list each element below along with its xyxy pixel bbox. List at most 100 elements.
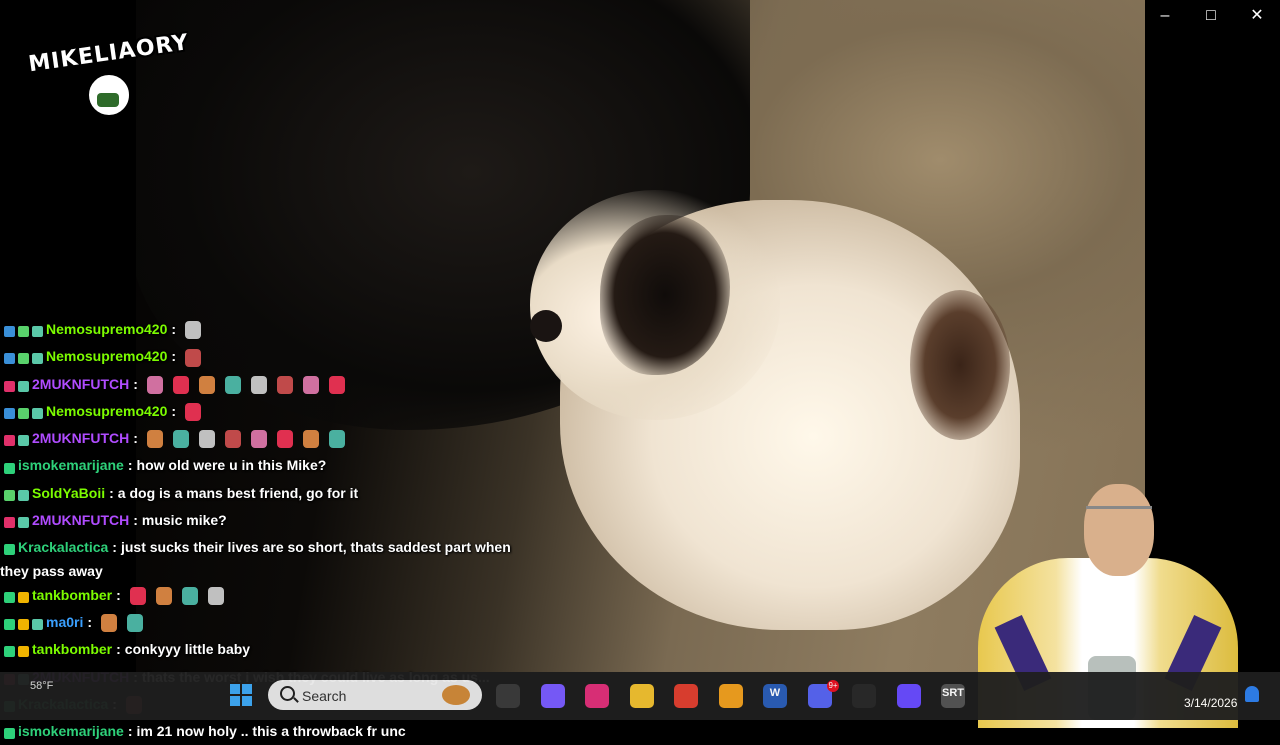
chat-emote-icon	[276, 375, 293, 394]
chat-message: Nemosupremo420:	[0, 343, 540, 370]
badge-icon	[4, 462, 15, 474]
badge-icon	[18, 326, 29, 338]
chat-emote-icon	[185, 348, 202, 367]
chat-message: tankbomber:	[0, 582, 540, 609]
chat-separator: :	[112, 539, 117, 556]
chat-username[interactable]: Nemosupremo420	[46, 348, 167, 364]
chat-text: im 21 now holy .. this a throwback fr un…	[136, 723, 406, 740]
sun-app-icon[interactable]	[718, 684, 743, 708]
chat-username[interactable]: 2MUKNFUTCH	[32, 376, 129, 392]
chat-badges	[4, 481, 32, 507]
word-icon[interactable]: W	[763, 684, 787, 708]
chat-username[interactable]: Krackalactica	[18, 539, 108, 555]
discord-notification-badge: 9+	[827, 680, 839, 692]
weather-widget[interactable]: 58°F	[30, 680, 53, 692]
chat-message: Nemosupremo420:	[0, 398, 540, 425]
badge-icon	[32, 326, 43, 338]
chat-badges	[4, 317, 46, 343]
chat-username[interactable]: ismokemarijane	[18, 723, 124, 739]
badge-icon	[4, 646, 15, 658]
chat-separator: :	[116, 586, 121, 603]
chat-emote-icon	[185, 403, 202, 422]
chat-separator: :	[171, 348, 177, 365]
chat-text: a dog is a mans best friend, go for it	[117, 484, 359, 501]
chat-emote-icon	[302, 375, 319, 394]
chat-message: tankbomber: conkyyy little baby	[0, 636, 540, 663]
app-icon[interactable]	[896, 684, 921, 708]
chat-username[interactable]: tankbomber	[32, 587, 112, 603]
chat-message: Nemosupremo420:	[0, 316, 540, 343]
chat-separator: :	[171, 402, 177, 419]
chat-separator: :	[133, 512, 138, 529]
chat-separator: :	[116, 641, 121, 658]
copilot-icon[interactable]	[540, 684, 565, 708]
chat-emote-icon	[224, 375, 241, 394]
badge-icon	[4, 544, 15, 556]
chat-badges	[4, 454, 18, 480]
minimize-button[interactable]: –	[1154, 6, 1176, 26]
chat-message: 2MUKNFUTCH: music mike?	[0, 507, 540, 534]
chat-emote-icon	[302, 430, 319, 449]
word-label: W	[769, 687, 781, 699]
chat-emote-icon	[172, 430, 189, 449]
task-view-icon[interactable]	[496, 684, 520, 708]
badge-icon	[4, 489, 15, 501]
start-button[interactable]	[230, 684, 252, 706]
chat-emote-icon	[181, 586, 198, 605]
search-highlight-icon	[442, 685, 470, 705]
chat-emote-icon	[198, 375, 215, 394]
chat-badges	[4, 719, 18, 745]
badge-icon	[4, 380, 15, 392]
logo-text: MIKELIAORY	[26, 30, 191, 78]
chat-username[interactable]: tankbomber	[32, 641, 112, 657]
chat-emote-icon	[328, 430, 345, 449]
tray-date[interactable]: 3/14/2026	[1184, 696, 1237, 710]
chat-emote-icon	[101, 614, 118, 633]
srt-icon[interactable]: SRT	[941, 684, 965, 708]
chat-badges	[4, 638, 32, 664]
close-button[interactable]: ✕	[1246, 6, 1268, 26]
channel-logo: MIKELIAORY	[26, 24, 191, 118]
taskbar: 58°F Search W SRT 9+ 3/14/2026	[0, 672, 1280, 720]
chat-emote-icon	[328, 375, 345, 394]
badge-icon	[18, 380, 29, 392]
badge-icon	[4, 353, 15, 365]
chat-separator: :	[133, 375, 138, 392]
chat-badges	[4, 538, 18, 560]
chrome-icon[interactable]	[674, 684, 698, 708]
paint-icon[interactable]	[585, 684, 609, 708]
notification-bell-icon[interactable]	[1245, 686, 1259, 702]
badge-icon	[18, 517, 29, 529]
chat-message: 2MUKNFUTCH:	[0, 371, 540, 398]
webcam-person-head	[1084, 484, 1154, 576]
badge-icon	[4, 728, 15, 740]
chat-emote-icon	[185, 321, 202, 340]
chat-message: SoldYaBoii: a dog is a mans best friend, …	[0, 480, 540, 507]
obs-icon[interactable]	[852, 684, 876, 708]
chat-separator: :	[87, 613, 93, 630]
chat-message: Krackalactica: just sucks their lives are…	[0, 534, 540, 581]
search-icon	[280, 686, 295, 701]
chat-emote-icon	[155, 586, 172, 605]
chat-username[interactable]: SoldYaBoii	[32, 485, 105, 501]
chat-username[interactable]: 2MUKNFUTCH	[32, 430, 129, 446]
chat-message: ma0ri:	[0, 609, 540, 636]
chat-username[interactable]: ismokemarijane	[18, 457, 124, 473]
maximize-button[interactable]: □	[1200, 6, 1222, 26]
badge-icon	[18, 407, 29, 419]
badge-icon	[4, 407, 15, 419]
chat-text: how old were u in this Mike?	[136, 457, 327, 474]
badge-icon	[32, 619, 43, 631]
chat-message: ismokemarijane: how old were u in this Mi…	[0, 452, 540, 479]
chat-separator: :	[127, 457, 133, 474]
chat-emote-icon	[250, 430, 267, 449]
file-explorer-icon[interactable]	[629, 684, 654, 708]
chat-separator: :	[133, 430, 138, 447]
chat-username[interactable]: Nemosupremo420	[46, 321, 167, 337]
chat-badges	[4, 610, 46, 636]
chat-username[interactable]: ma0ri	[46, 614, 83, 630]
chat-username[interactable]: Nemosupremo420	[46, 403, 167, 419]
search-box[interactable]: Search	[268, 680, 482, 710]
chat-username[interactable]: 2MUKNFUTCH	[32, 512, 129, 528]
chat-emote-icon	[146, 375, 163, 394]
